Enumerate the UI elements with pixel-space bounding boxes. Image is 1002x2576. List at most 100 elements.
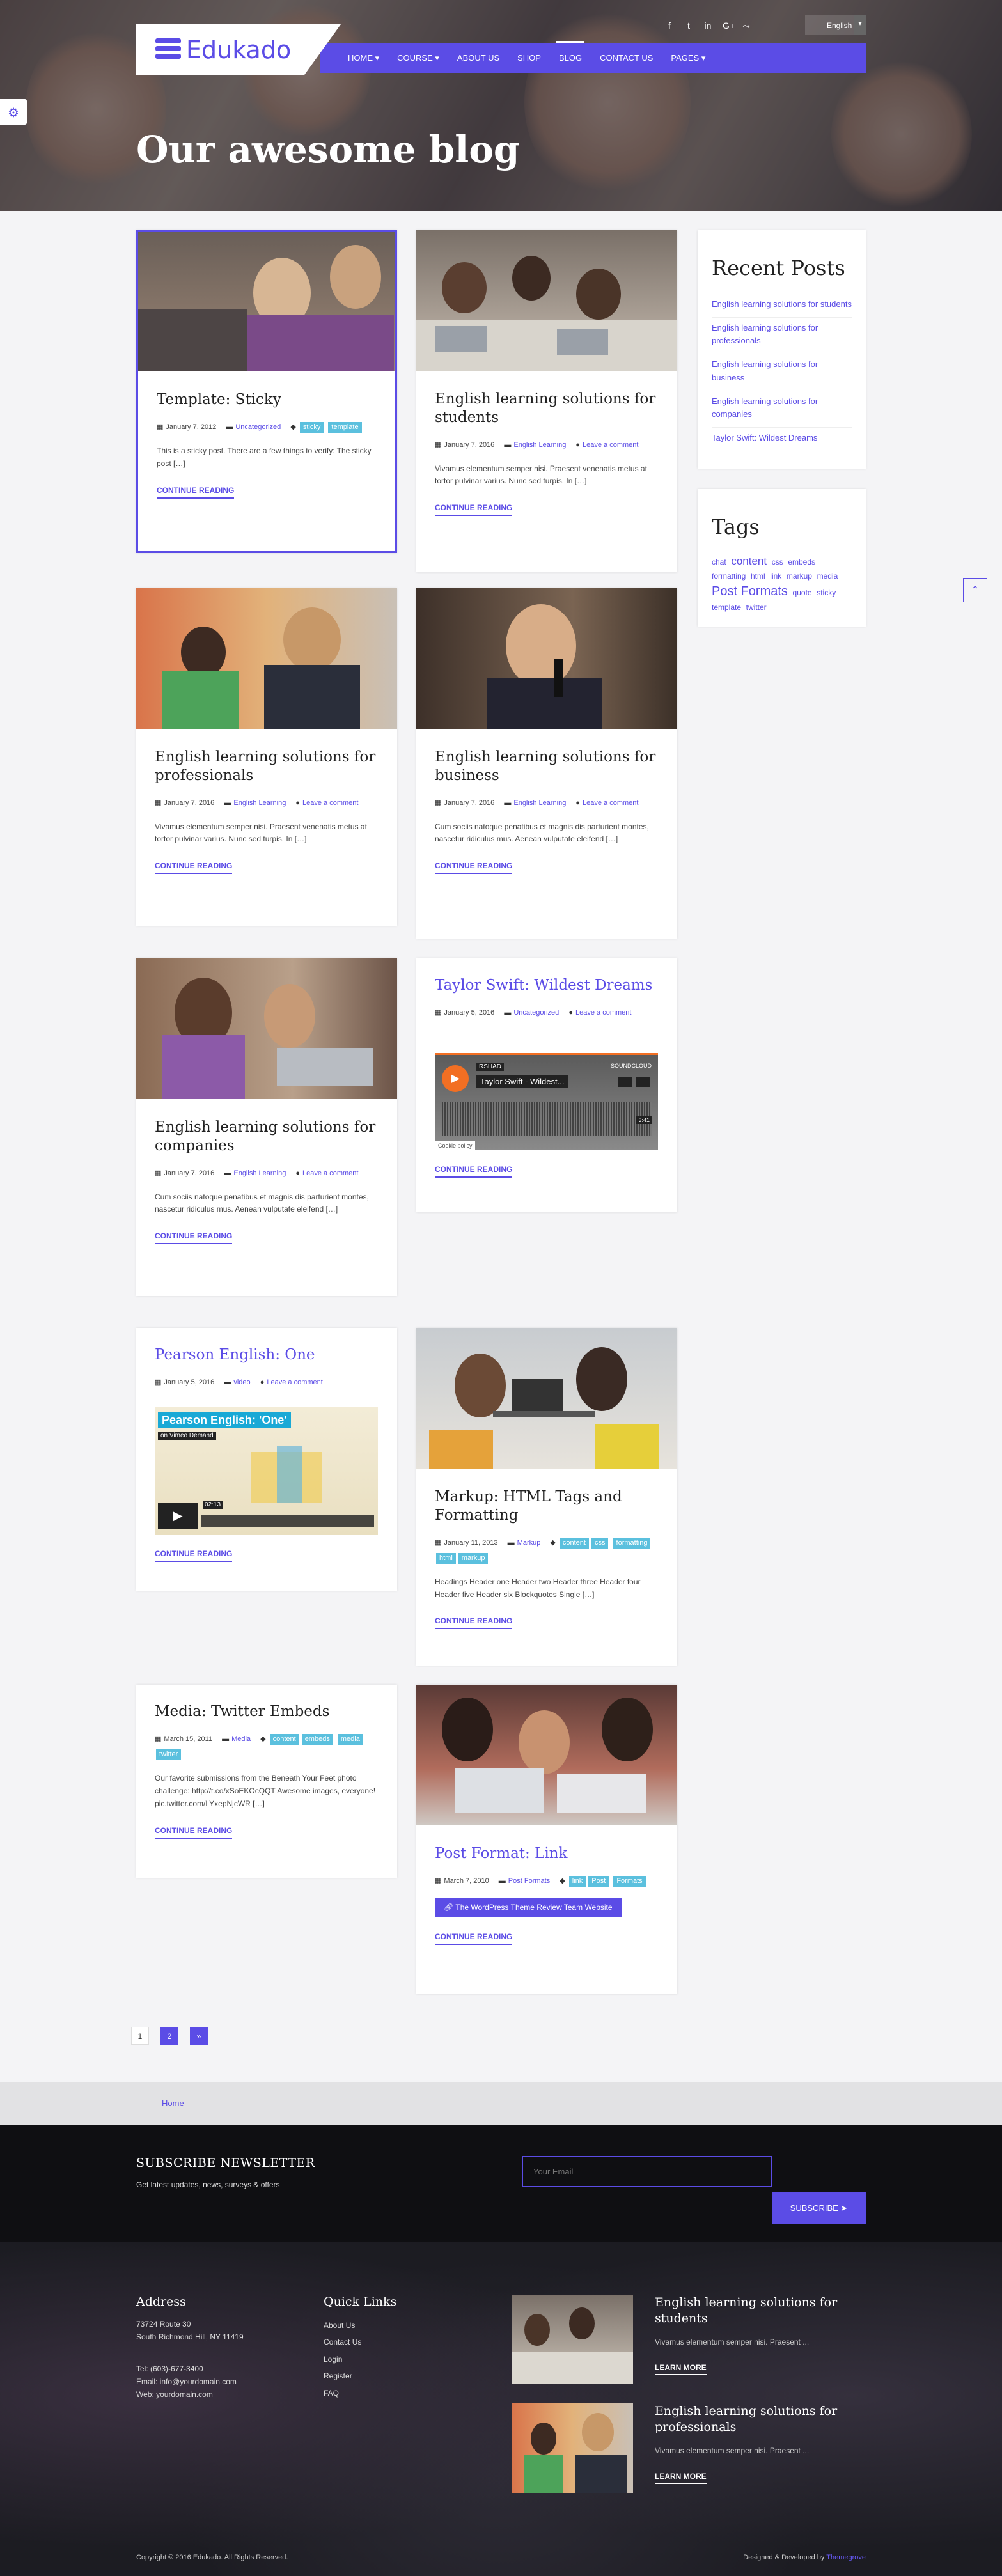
nav-item[interactable]: PAGES ▾ bbox=[662, 43, 714, 73]
nav-item[interactable]: BLOG bbox=[550, 41, 591, 73]
play-icon[interactable]: ▶ bbox=[158, 1503, 198, 1529]
tag-cloud-link[interactable]: chat bbox=[712, 558, 726, 566]
post-title[interactable]: Post Format: Link bbox=[435, 1845, 659, 1863]
comment-link[interactable]: Leave a comment bbox=[575, 1009, 631, 1017]
tag-badge[interactable]: twitter bbox=[156, 1749, 182, 1761]
tag-badge[interactable]: css bbox=[591, 1537, 609, 1549]
footer-post-image[interactable] bbox=[512, 2403, 633, 2493]
continue-reading-link[interactable]: CONTINUE READING bbox=[155, 1549, 233, 1562]
continue-reading-link[interactable]: CONTINUE READING bbox=[435, 1932, 513, 1945]
tag-badge[interactable]: content bbox=[269, 1733, 299, 1745]
post-category[interactable]: Media bbox=[231, 1735, 251, 1743]
continue-reading-link[interactable]: CONTINUE READING bbox=[435, 1165, 513, 1178]
tag-cloud-link[interactable]: twitter bbox=[746, 603, 767, 612]
tag-badge[interactable]: embeds bbox=[301, 1733, 333, 1745]
tag-badge[interactable]: Formats bbox=[613, 1875, 646, 1887]
tag-badge[interactable]: media bbox=[337, 1733, 363, 1745]
cookie-policy-link[interactable]: Cookie policy bbox=[435, 1141, 475, 1150]
tag-cloud-link[interactable]: quote bbox=[793, 588, 812, 597]
post-title[interactable]: Markup: HTML Tags and Formatting bbox=[435, 1488, 659, 1525]
post-image[interactable] bbox=[416, 1685, 677, 1825]
page-2-button[interactable]: 2 bbox=[160, 2027, 178, 2045]
tag-cloud-link[interactable]: Post Formats bbox=[712, 584, 788, 598]
tag-cloud-link[interactable]: embeds bbox=[788, 558, 815, 566]
tag-cloud-link[interactable]: sticky bbox=[817, 588, 836, 597]
nav-item[interactable]: SHOP bbox=[508, 43, 550, 73]
recent-post-link[interactable]: English learning solutions for professio… bbox=[712, 318, 852, 355]
post-category[interactable]: Uncategorized bbox=[513, 1009, 559, 1017]
post-category[interactable]: Markup bbox=[517, 1539, 541, 1547]
tag-badge[interactable]: formatting bbox=[613, 1537, 651, 1549]
share-icon[interactable] bbox=[618, 1077, 632, 1087]
recent-post-link[interactable]: Taylor Swift: Wildest Dreams bbox=[712, 428, 852, 452]
continue-reading-link[interactable]: CONTINUE READING bbox=[155, 1231, 233, 1245]
post-title[interactable]: English learning solutions for business bbox=[435, 748, 659, 785]
soundcloud-player[interactable]: ▶ RSHAD Taylor Swift - Wildest... SOUNDC… bbox=[435, 1053, 658, 1150]
post-title[interactable]: English learning solutions for professio… bbox=[155, 748, 379, 785]
tag-cloud-link[interactable]: html bbox=[751, 572, 765, 581]
post-image[interactable] bbox=[416, 588, 677, 729]
post-category[interactable]: English Learning bbox=[233, 799, 286, 807]
tag-badge[interactable]: markup bbox=[458, 1552, 489, 1565]
next-page-button[interactable]: » bbox=[190, 2027, 208, 2045]
learn-more-link[interactable]: LEARN MORE bbox=[655, 2472, 707, 2484]
nav-item[interactable]: ABOUT US bbox=[448, 43, 508, 73]
gear-icon[interactable]: ⚙ bbox=[0, 99, 27, 125]
twitter-icon[interactable]: t bbox=[684, 20, 693, 31]
tag-cloud-link[interactable]: template bbox=[712, 603, 741, 612]
tag-cloud-link[interactable]: content bbox=[731, 555, 767, 567]
continue-reading-link[interactable]: CONTINUE READING bbox=[435, 1616, 513, 1630]
comment-link[interactable]: Leave a comment bbox=[302, 799, 358, 807]
post-image[interactable] bbox=[416, 1328, 677, 1469]
post-image[interactable] bbox=[136, 588, 397, 729]
recent-post-link[interactable]: English learning solutions for students bbox=[712, 294, 852, 318]
comment-link[interactable]: Leave a comment bbox=[583, 799, 638, 807]
page-1-button[interactable]: 1 bbox=[131, 2027, 149, 2045]
post-category[interactable]: Uncategorized bbox=[235, 423, 281, 431]
comment-link[interactable]: Leave a comment bbox=[302, 1169, 358, 1177]
post-title[interactable]: English learning solutions for students bbox=[435, 390, 659, 427]
learn-more-link[interactable]: LEARN MORE bbox=[655, 2363, 707, 2375]
tag-badge[interactable]: link bbox=[568, 1875, 586, 1887]
post-category[interactable]: English Learning bbox=[233, 1169, 286, 1177]
language-select[interactable]: English ▾ bbox=[805, 15, 866, 35]
tag-badge[interactable]: sticky bbox=[299, 421, 324, 433]
post-title[interactable]: Template: Sticky bbox=[157, 391, 377, 409]
recent-post-link[interactable]: English learning solutions for business bbox=[712, 354, 852, 391]
continue-reading-link[interactable]: CONTINUE READING bbox=[157, 486, 235, 499]
quick-link[interactable]: About Us bbox=[324, 2317, 361, 2334]
comment-link[interactable]: Leave a comment bbox=[583, 441, 638, 449]
video-progress[interactable] bbox=[201, 1515, 374, 1527]
post-category[interactable]: English Learning bbox=[513, 799, 566, 807]
facebook-icon[interactable]: f bbox=[665, 20, 674, 31]
breadcrumb-home-link[interactable]: Home bbox=[162, 2098, 184, 2108]
tag-badge[interactable]: template bbox=[328, 421, 362, 433]
continue-reading-link[interactable]: CONTINUE READING bbox=[435, 503, 513, 517]
tag-badge[interactable]: Post bbox=[588, 1875, 609, 1887]
nav-item[interactable]: CONTACT US bbox=[591, 43, 662, 73]
comment-link[interactable]: Leave a comment bbox=[267, 1378, 322, 1386]
linkedin-icon[interactable]: in bbox=[703, 20, 712, 31]
post-image[interactable] bbox=[136, 958, 397, 1099]
post-title[interactable]: English learning solutions for companies bbox=[155, 1118, 379, 1155]
nav-item[interactable]: HOME ▾ bbox=[339, 43, 388, 73]
tag-cloud-link[interactable]: markup bbox=[787, 572, 812, 581]
email-input[interactable] bbox=[522, 2156, 772, 2187]
waveform[interactable] bbox=[442, 1102, 652, 1136]
post-category[interactable]: English Learning bbox=[513, 441, 566, 449]
post-image[interactable] bbox=[138, 232, 395, 371]
tag-cloud-link[interactable]: media bbox=[817, 572, 838, 581]
nav-item[interactable]: COURSE ▾ bbox=[388, 43, 448, 73]
recent-post-link[interactable]: English learning solutions for companies bbox=[712, 391, 852, 428]
contact-line[interactable]: Email: info@yourdomain.com bbox=[136, 2376, 237, 2389]
footer-post-image[interactable] bbox=[512, 2295, 633, 2384]
quick-link[interactable]: Login bbox=[324, 2351, 361, 2368]
external-link-icon[interactable] bbox=[636, 1077, 650, 1087]
tag-cloud-link[interactable]: css bbox=[772, 558, 783, 566]
tag-cloud-link[interactable]: formatting bbox=[712, 572, 746, 581]
post-title[interactable]: Media: Twitter Embeds bbox=[155, 1703, 379, 1721]
continue-reading-link[interactable]: CONTINUE READING bbox=[435, 861, 513, 875]
scroll-to-top-button[interactable]: ⌃ bbox=[963, 578, 987, 602]
footer-post-title[interactable]: English learning solutions for professio… bbox=[655, 2403, 866, 2435]
tag-cloud-link[interactable]: link bbox=[770, 572, 781, 581]
